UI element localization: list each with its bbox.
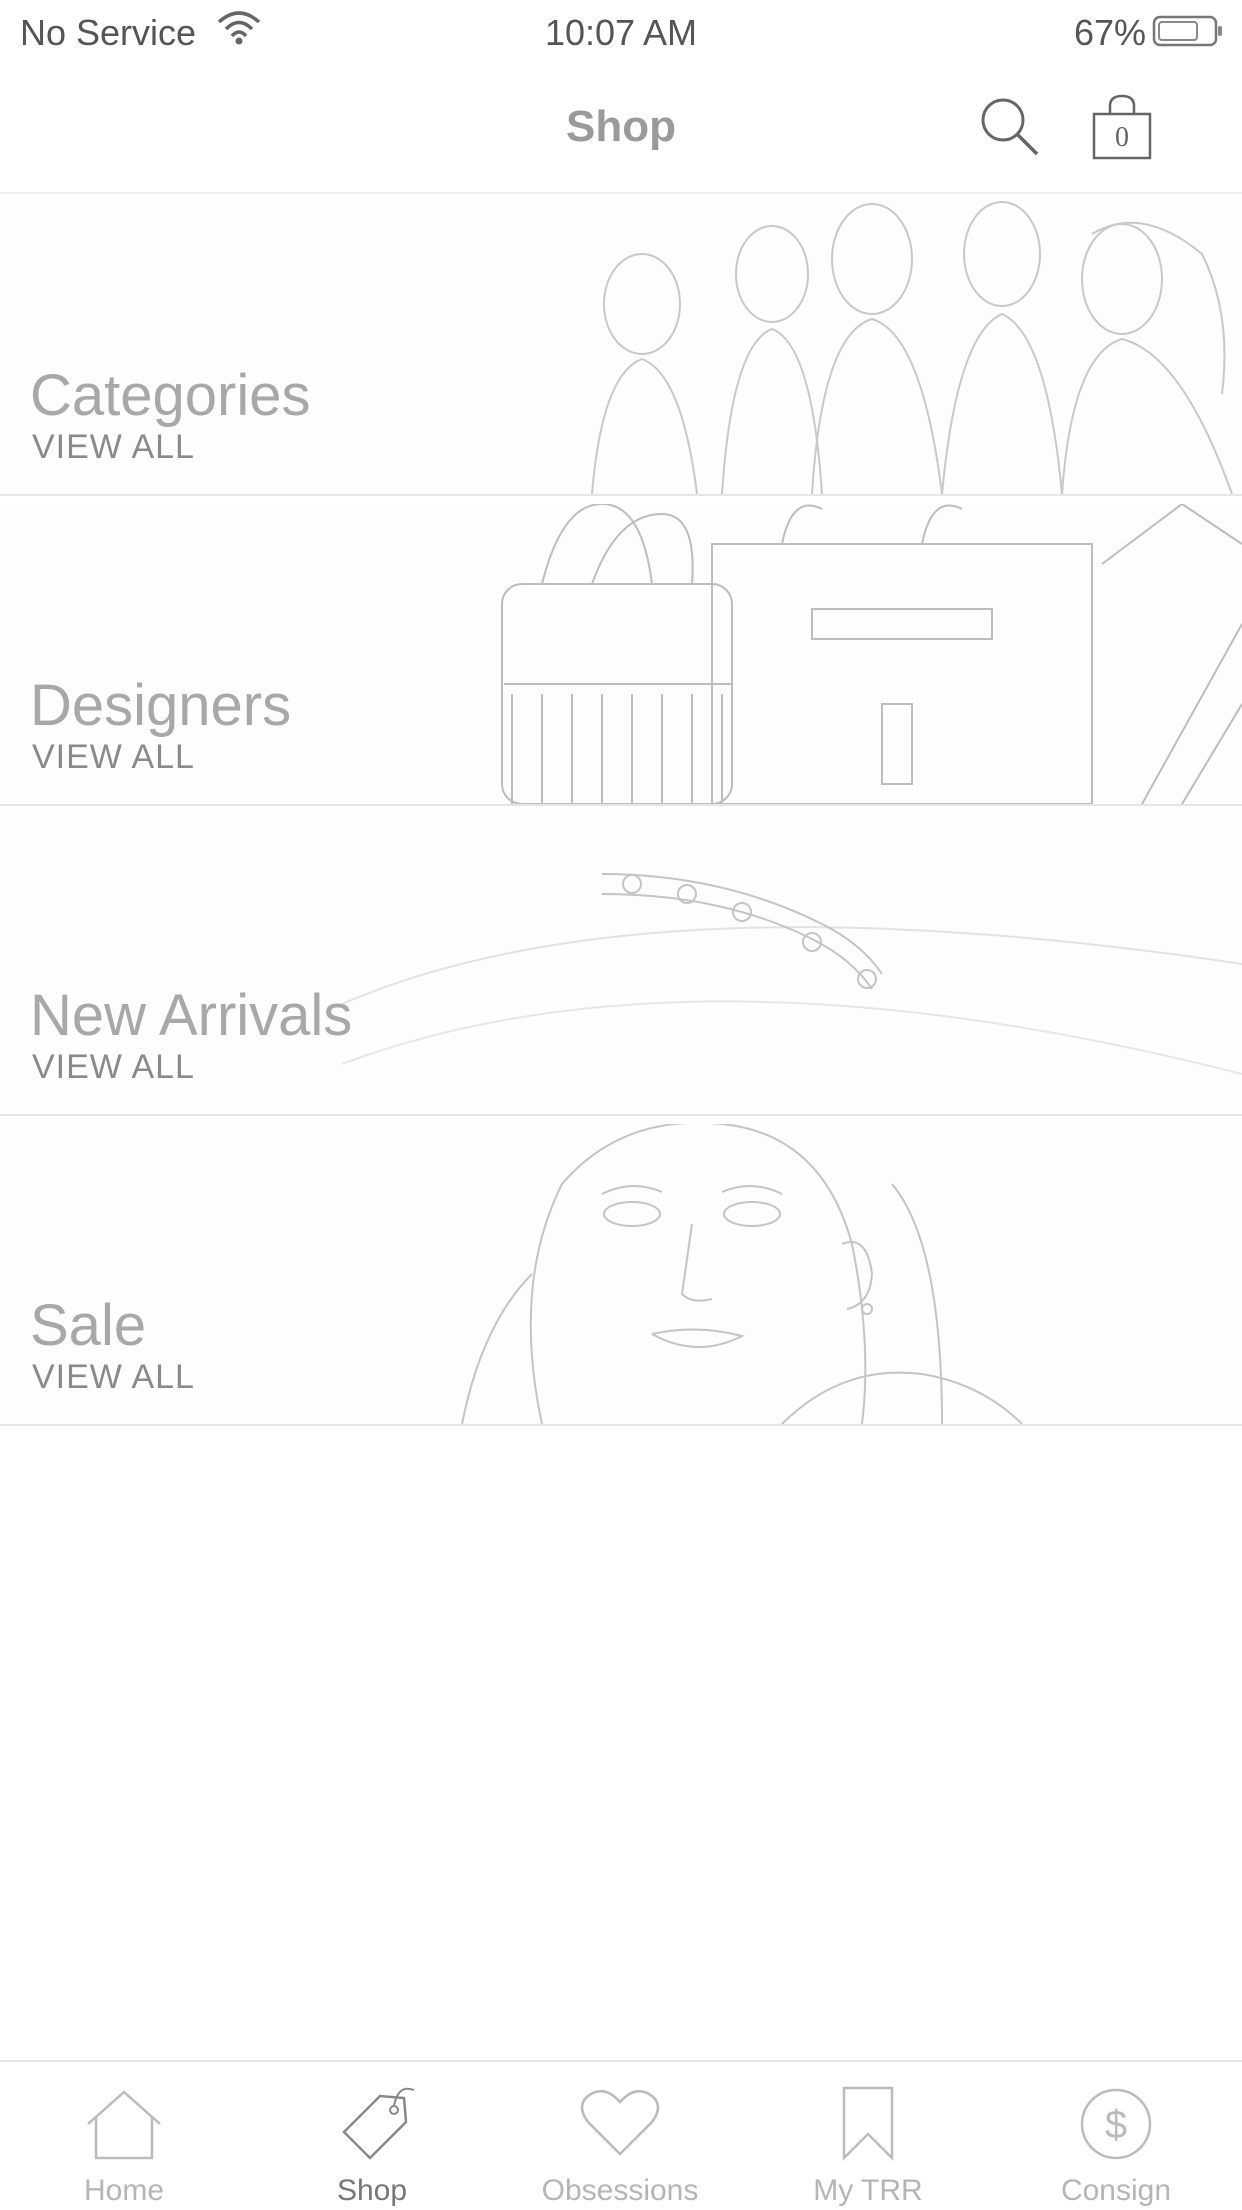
heart-icon [580,2089,660,2156]
navigation-bar: Shop 0 [0,62,1242,194]
tab-shop[interactable]: Shop [248,2062,496,2210]
dollar-circle-icon: $ [1080,2088,1152,2160]
tab-label: My TRR [813,2174,923,2207]
bracelet-illustration [342,873,1242,1075]
view-all-link[interactable]: VIEW ALL [32,1048,195,1087]
tab-consign[interactable]: $ Consign [992,2062,1242,2210]
shopping-bag-button[interactable]: 0 [1090,92,1154,162]
tab-label: Home [83,2174,165,2207]
tab-label: Shop [336,2174,408,2207]
search-icon [981,98,1039,156]
section-title: New Arrivals [30,983,353,1048]
home-icon [87,2090,161,2160]
section-categories[interactable]: Categories VIEW ALL [0,194,1242,496]
svg-text:$: $ [1105,2103,1127,2147]
section-new-arrivals[interactable]: New Arrivals VIEW ALL [0,814,1242,1116]
handbags-illustration [501,504,1242,804]
tab-obsessions[interactable]: Obsessions [496,2062,744,2210]
status-bar: No Service 10:07 AM 67% [0,0,1242,62]
view-all-link[interactable]: VIEW ALL [32,428,195,467]
view-all-link[interactable]: VIEW ALL [32,738,195,777]
tab-home[interactable]: Home [0,2062,248,2210]
section-designers[interactable]: Designers VIEW ALL [0,504,1242,806]
clock: 10:07 AM [544,12,698,53]
bag-count-badge: 0 [1115,122,1129,153]
people-illustration [591,201,1233,494]
page-title: Shop [566,102,676,151]
section-title: Designers [30,673,292,738]
tab-label: Obsessions [541,2174,699,2207]
search-button[interactable] [975,92,1045,162]
section-title: Sale [30,1293,147,1358]
view-all-link[interactable]: VIEW ALL [32,1358,195,1397]
section-title: Categories [30,363,311,428]
model-portrait-illustration [461,1124,1023,1424]
tab-my-trr[interactable]: My TRR [744,2062,992,2210]
section-sale[interactable]: Sale VIEW ALL [0,1124,1242,1426]
battery-percent: 67% [1073,12,1146,53]
tab-bar: Home Shop Obsessions My TRR $ Consign [0,2060,1242,2210]
tab-label: Consign [1060,2174,1172,2207]
battery-icon [1152,14,1224,53]
tag-icon [342,2087,415,2160]
bookmark-icon [842,2086,894,2162]
